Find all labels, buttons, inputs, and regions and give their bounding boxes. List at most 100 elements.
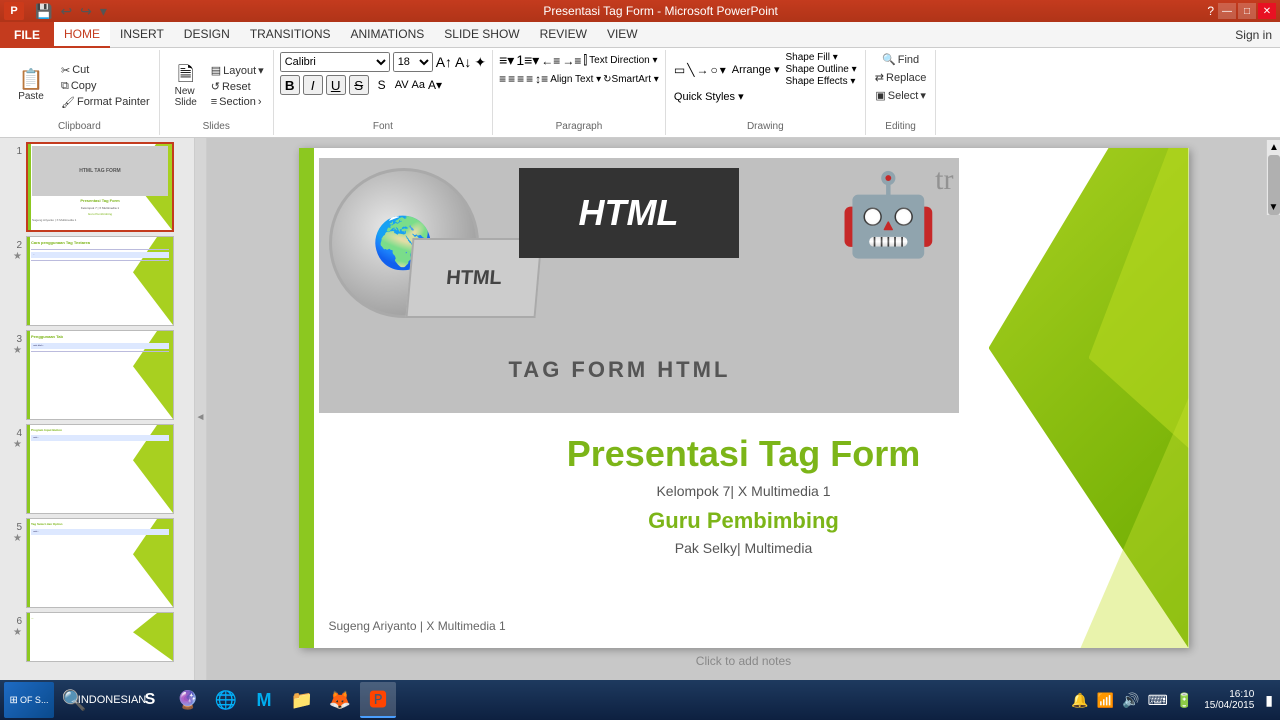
slide-number-6: 6 (8, 612, 22, 627)
slide-thumbnail-6[interactable]: ... (26, 612, 174, 662)
sign-in-button[interactable]: Sign in (1227, 26, 1280, 44)
tray-icon-3[interactable]: 🔊 (1119, 692, 1142, 709)
shape-arrow-button[interactable]: → (696, 63, 708, 77)
tray-icon-5[interactable]: 🔋 (1173, 692, 1196, 709)
shape-more-button[interactable]: ▾ (720, 63, 726, 77)
redo-button[interactable]: ↪ (77, 2, 95, 21)
taskbar-icon-globe[interactable]: 🌐 (208, 682, 244, 718)
customize-qat-button[interactable]: ▾ (97, 2, 110, 21)
layout-button[interactable]: ▤ Layout ▾ (208, 63, 267, 78)
shape-rect-button[interactable]: ▭ (674, 63, 685, 77)
quick-styles-button[interactable]: Quick Styles ▾ (674, 90, 744, 103)
find-button[interactable]: 🔍 Find (879, 52, 922, 67)
select-button[interactable]: ▣ Select ▾ (872, 88, 929, 103)
vertical-scrollbar[interactable]: ▲ ▼ (1266, 140, 1280, 215)
tab-review[interactable]: REVIEW (530, 22, 597, 48)
tab-animations[interactable]: ANIMATIONS (340, 22, 434, 48)
font-case-button[interactable]: Aa (412, 79, 425, 91)
tab-home[interactable]: HOME (54, 22, 110, 48)
align-text-button[interactable]: Align Text ▾ (550, 74, 601, 85)
italic-button[interactable]: I (303, 75, 323, 95)
minimize-button[interactable]: — (1218, 3, 1236, 19)
tab-insert[interactable]: INSERT (110, 22, 174, 48)
font-family-select[interactable]: Calibri (280, 52, 390, 72)
slide-thumbnail-3[interactable]: Penggunaan Tab code block... (26, 330, 174, 420)
tray-icon-4[interactable]: ⌨ (1145, 692, 1171, 709)
shape-effects-button[interactable]: Shape Effects ▾ (785, 76, 856, 87)
columns-button[interactable]: ⫿ (583, 53, 587, 68)
section-button[interactable]: ≡ Section › (208, 95, 267, 109)
close-button[interactable]: ✕ (1258, 3, 1276, 19)
tab-view[interactable]: VIEW (597, 22, 648, 48)
shape-outline-button[interactable]: Shape Outline ▾ (785, 64, 856, 75)
font-shadow-button[interactable]: S (372, 75, 392, 95)
taskbar-icon-folder[interactable]: 📁 (284, 682, 320, 718)
line-spacing-button[interactable]: ↕≡ (535, 72, 548, 86)
start-button[interactable]: ⊞ OF S... (4, 682, 54, 718)
help-button[interactable]: ? (1207, 4, 1214, 18)
strikethrough-button[interactable]: S (349, 75, 369, 95)
slide-subtitle[interactable]: Kelompok 7| X Multimedia 1 (299, 483, 1189, 499)
click-to-add-notes[interactable]: Click to add notes (696, 654, 791, 668)
slide-thumbnail-5[interactable]: Tag Select dan Option code... (26, 518, 174, 608)
scroll-down-button[interactable]: ▼ (1267, 202, 1280, 213)
new-slide-button[interactable]: 🗎 NewSlide (166, 63, 206, 110)
tab-file[interactable]: FILE (0, 22, 54, 48)
underline-button[interactable]: U (326, 75, 346, 95)
increase-indent-button[interactable]: →≡ (562, 54, 581, 68)
window-controls: — □ ✕ (1218, 3, 1276, 19)
slide-thumbnail-2[interactable]: Cara penggunaan Tag Textarea ... (26, 236, 174, 326)
bold-button[interactable]: B (280, 75, 300, 95)
decrease-indent-button[interactable]: ←≡ (541, 54, 560, 68)
align-right-button[interactable]: ≡ (517, 72, 524, 86)
save-button[interactable]: 💾 (32, 2, 55, 21)
shape-fill-button[interactable]: Shape Fill ▾ (785, 52, 856, 63)
shape-oval-button[interactable]: ○ (710, 63, 717, 77)
taskbar-icon-firefox[interactable]: 🦊 (322, 682, 358, 718)
slide-title[interactable]: Presentasi Tag Form (299, 433, 1189, 475)
replace-button[interactable]: ⇄ Replace (872, 70, 930, 85)
tab-transitions[interactable]: TRANSITIONS (240, 22, 341, 48)
slide-author[interactable]: Sugeng Ariyanto | X Multimedia 1 (329, 619, 506, 633)
increase-font-button[interactable]: A↑ (436, 54, 452, 70)
bullet-list-button[interactable]: ≡▾ (499, 52, 514, 69)
tab-slideshow[interactable]: SLIDE SHOW (434, 22, 529, 48)
taskbar-icon-metro[interactable]: M (246, 682, 282, 718)
taskbar-icon-indonesian[interactable]: INDONESIAN (94, 682, 130, 718)
font-spacing-button[interactable]: AV (395, 79, 409, 91)
tab-design[interactable]: DESIGN (174, 22, 240, 48)
align-left-button[interactable]: ≡ (499, 72, 506, 86)
maximize-button[interactable]: □ (1238, 3, 1256, 19)
text-direction-button[interactable]: Text Direction ▾ (589, 55, 657, 66)
show-desktop-button[interactable]: ▮ (1262, 692, 1276, 709)
taskbar-icon-program1[interactable]: 🔮 (170, 682, 206, 718)
taskbar-icon-powerpoint[interactable]: 🅿 (360, 682, 396, 718)
justify-button[interactable]: ≡ (526, 72, 533, 86)
scroll-up-button[interactable]: ▲ (1267, 140, 1280, 155)
tray-icon-1[interactable]: 🔔 (1068, 692, 1091, 709)
panel-collapse-button[interactable]: ◄ (195, 138, 207, 696)
convert-smartart-button[interactable]: ↻SmartArt ▾ (603, 74, 659, 85)
taskbar-icon-s[interactable]: S (132, 682, 168, 718)
format-painter-button[interactable]: 🖌 Format Painter (58, 95, 153, 110)
font-color-button[interactable]: A▾ (428, 78, 442, 92)
shape-line-button[interactable]: ╲ (687, 63, 694, 77)
slide-thumbnail-4[interactable]: Program Input Button code... (26, 424, 174, 514)
slide-teacher-label[interactable]: Guru Pembimbing (299, 508, 1189, 534)
undo-button[interactable]: ↩ (57, 2, 75, 21)
clear-format-button[interactable]: ✦ (474, 54, 486, 71)
align-center-button[interactable]: ≡ (508, 72, 515, 86)
slide-teacher-name[interactable]: Pak Selky| Multimedia (299, 540, 1189, 556)
tray-icon-2[interactable]: 📶 (1094, 692, 1117, 709)
numbered-list-button[interactable]: 1≡▾ (516, 52, 539, 69)
shapes-row: ▭ ╲ → ○ ▾ Arrange ▾ Shape Fill ▾ Shape O… (674, 52, 857, 87)
format-painter-label: Format Painter (77, 96, 150, 108)
arrange-button[interactable]: Arrange ▾ (732, 63, 780, 76)
font-size-select[interactable]: 18 (393, 52, 433, 72)
cut-button[interactable]: ✂ Cut (58, 63, 153, 78)
reset-button[interactable]: ↺ Reset (208, 79, 267, 94)
decrease-font-button[interactable]: A↓ (455, 54, 471, 70)
copy-button[interactable]: ⧉ Copy (58, 79, 153, 94)
paste-button[interactable]: 📋 Paste (6, 68, 56, 104)
slide-thumbnail-1[interactable]: HTML TAG FORM Presentasi Tag Form Kelomp… (26, 142, 174, 232)
